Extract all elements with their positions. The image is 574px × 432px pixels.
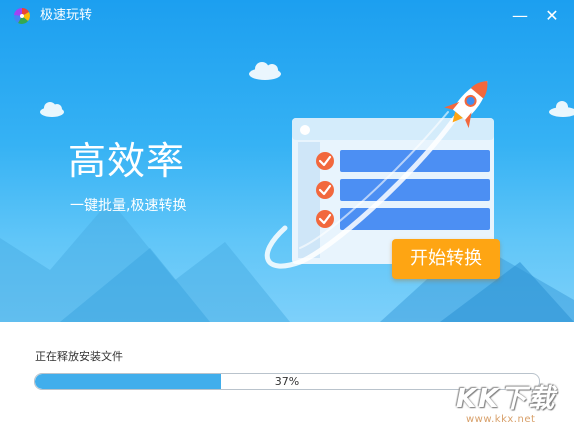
- install-status-text: 正在释放安装文件: [35, 350, 123, 363]
- watermark-brand: KK下载: [456, 384, 557, 414]
- kk-watermark: KK下载 www.kkx.net: [452, 378, 570, 430]
- cloud-decoration: [40, 62, 574, 117]
- pinwheel-logo-icon: [13, 7, 30, 24]
- check-icon: [316, 152, 334, 170]
- subheadline: 一键批量,极速转换: [70, 198, 187, 214]
- window-title: 极速玩转: [40, 8, 93, 23]
- minimize-button[interactable]: —: [510, 6, 530, 26]
- start-convert-button[interactable]: 开始转换: [392, 239, 500, 279]
- check-icon: [316, 181, 334, 199]
- headline: 高效率: [68, 139, 186, 183]
- watermark-url: www.kkx.net: [466, 414, 536, 425]
- hero-banner: 极速玩转 — ✕ 高效率 一键批量,极速转换 开始转换: [0, 0, 574, 322]
- list-bar-2: [340, 179, 490, 201]
- check-icon: [316, 210, 334, 228]
- title-bar[interactable]: 极速玩转 — ✕: [0, 0, 574, 34]
- close-button[interactable]: ✕: [542, 6, 562, 26]
